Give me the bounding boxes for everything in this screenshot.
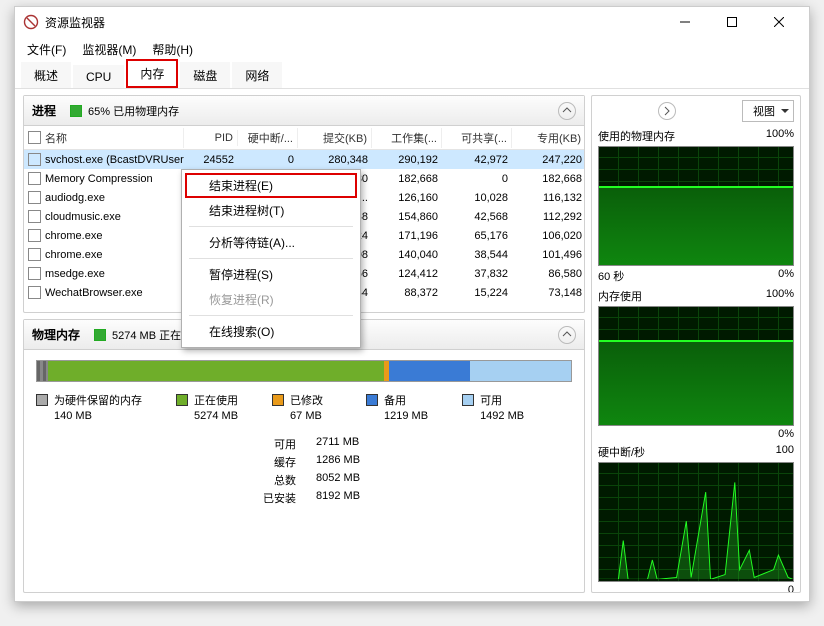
col-name[interactable]: 名称 (45, 130, 67, 146)
ctx-end-process[interactable]: 结束进程(E) (185, 173, 357, 198)
tabbar: 概述 CPU 内存 磁盘 网络 (15, 61, 809, 89)
g1-br: 0% (778, 268, 794, 284)
memory-meter: 65% 已用物理内存 (70, 103, 179, 119)
col-ws[interactable]: 工作集(... (372, 128, 442, 148)
row-checkbox[interactable] (28, 267, 41, 280)
table-header: 名称 PID 硬中断/... 提交(KB) 工作集(... 可共享(... 专用… (24, 126, 584, 150)
g2-br: 0% (778, 428, 794, 440)
legend-reserved-val: 140 MB (36, 410, 92, 422)
meter-text: 65% 已用物理内存 (88, 103, 179, 119)
seg-free (470, 361, 571, 381)
context-menu: 结束进程(E) 结束进程树(T) 分析等待链(A)... 暂停进程(S) 恢复进… (181, 169, 361, 348)
sum-available-v: 2711 MB (316, 436, 359, 452)
seg-standby (389, 361, 469, 381)
sum-available-l: 可用 (256, 436, 296, 452)
g2-right: 100% (766, 288, 794, 304)
physical-memory-panel: 物理内存 5274 MB 正在使用 2711 MB 可用 为硬件保留的内存140 (23, 319, 585, 593)
g1-bl: 60 秒 (598, 268, 624, 284)
tab-disk[interactable]: 磁盘 (180, 62, 230, 88)
view-dropdown[interactable]: 视图 (742, 100, 794, 122)
legend-modified-val: 67 MB (272, 410, 322, 422)
legend-modified: 已修改 (290, 392, 323, 408)
tab-memory[interactable]: 内存 (126, 59, 178, 88)
physmem-title: 物理内存 (32, 326, 80, 343)
memory-summary: 可用 2711 MB 缓存 1286 MB 总数 8052 MB 已安装 8192 MB (36, 436, 572, 506)
tab-cpu[interactable]: CPU (73, 65, 124, 88)
app-window: 资源监视器 文件(F) 监视器(M) 帮助(H) 概述 CPU 内存 磁盘 网络… (14, 6, 810, 602)
legend: 为硬件保留的内存 140 MB 正在使用 5274 MB 已修改 67 MB 备用 12… (36, 392, 572, 422)
legend-inuse-val: 5274 MB (176, 410, 238, 422)
sum-installed-v: 8192 MB (316, 490, 360, 506)
legend-inuse: 正在使用 (194, 392, 238, 408)
ctx-resume: 恢复进程(R) (185, 287, 357, 312)
row-checkbox[interactable] (28, 286, 41, 299)
col-hardfaults[interactable]: 硬中断/... (238, 128, 298, 148)
collapse-button[interactable] (558, 326, 576, 344)
legend-free-val: 1492 MB (462, 410, 524, 422)
menu-help[interactable]: 帮助(H) (144, 39, 201, 60)
legend-free: 可用 (480, 392, 502, 408)
view-label: 视图 (753, 103, 775, 119)
minimize-button[interactable] (662, 8, 707, 36)
select-all-checkbox[interactable] (28, 131, 41, 144)
sum-cached-v: 1286 MB (316, 454, 360, 470)
graph-physical-memory: 使用的物理内存 100% 60 秒 0% (598, 128, 794, 284)
processes-title: 进程 (32, 102, 56, 119)
col-private[interactable]: 专用(KB) (512, 128, 584, 148)
g1-right: 100% (766, 128, 794, 144)
sum-total-v: 8052 MB (316, 472, 360, 488)
g3-right: 100 (776, 444, 794, 460)
ctx-end-tree[interactable]: 结束进程树(T) (185, 198, 357, 223)
g1-title: 使用的物理内存 (598, 128, 675, 144)
ctx-search-online[interactable]: 在线搜索(O) (185, 319, 357, 344)
titlebar: 资源监视器 (15, 7, 809, 37)
legend-standby: 备用 (384, 392, 406, 408)
legend-reserved: 为硬件保留的内存 (54, 392, 142, 408)
sum-total-l: 总数 (256, 472, 296, 488)
expand-graphs-button[interactable] (658, 102, 676, 120)
row-checkbox[interactable] (28, 191, 41, 204)
menu-monitor[interactable]: 监视器(M) (74, 39, 144, 60)
row-checkbox[interactable] (28, 172, 41, 185)
collapse-button[interactable] (558, 102, 576, 120)
col-commit[interactable]: 提交(KB) (298, 128, 372, 148)
sum-cached-l: 缓存 (256, 454, 296, 470)
table-row[interactable]: svchost.exe (BcastDVRUser... 245520280,3… (24, 150, 584, 169)
sum-installed-l: 已安装 (256, 490, 296, 506)
tab-overview[interactable]: 概述 (21, 62, 71, 88)
col-pid[interactable]: PID (184, 130, 238, 146)
legend-standby-val: 1219 MB (366, 410, 428, 422)
col-share[interactable]: 可共享(... (442, 128, 512, 148)
g3-title: 硬中断/秒 (598, 444, 645, 460)
maximize-button[interactable] (709, 8, 754, 36)
window-title: 资源监视器 (45, 14, 662, 31)
row-checkbox[interactable] (28, 229, 41, 242)
ctx-suspend[interactable]: 暂停进程(S) (185, 262, 357, 287)
close-button[interactable] (756, 8, 801, 36)
menubar: 文件(F) 监视器(M) 帮助(H) (15, 37, 809, 61)
row-checkbox[interactable] (28, 248, 41, 261)
memory-bar (36, 360, 572, 382)
g3-br: 0 (788, 584, 794, 593)
menu-file[interactable]: 文件(F) (19, 39, 74, 60)
graph-memory-usage: 内存使用 100% 0% (598, 288, 794, 440)
seg-reserved (37, 361, 48, 381)
row-checkbox[interactable] (28, 210, 41, 223)
ctx-analyze-wait[interactable]: 分析等待链(A)... (185, 230, 357, 255)
graph-hard-faults: 硬中断/秒 100 0 (598, 444, 794, 593)
row-checkbox[interactable] (28, 153, 41, 166)
tab-network[interactable]: 网络 (232, 62, 282, 88)
app-icon (23, 14, 39, 30)
seg-inuse (48, 361, 384, 381)
graphs-pane: 视图 使用的物理内存 100% 60 秒 0% 内存使用 100% 0% 硬中断/秒 1… (591, 95, 801, 593)
g2-title: 内存使用 (598, 288, 642, 304)
